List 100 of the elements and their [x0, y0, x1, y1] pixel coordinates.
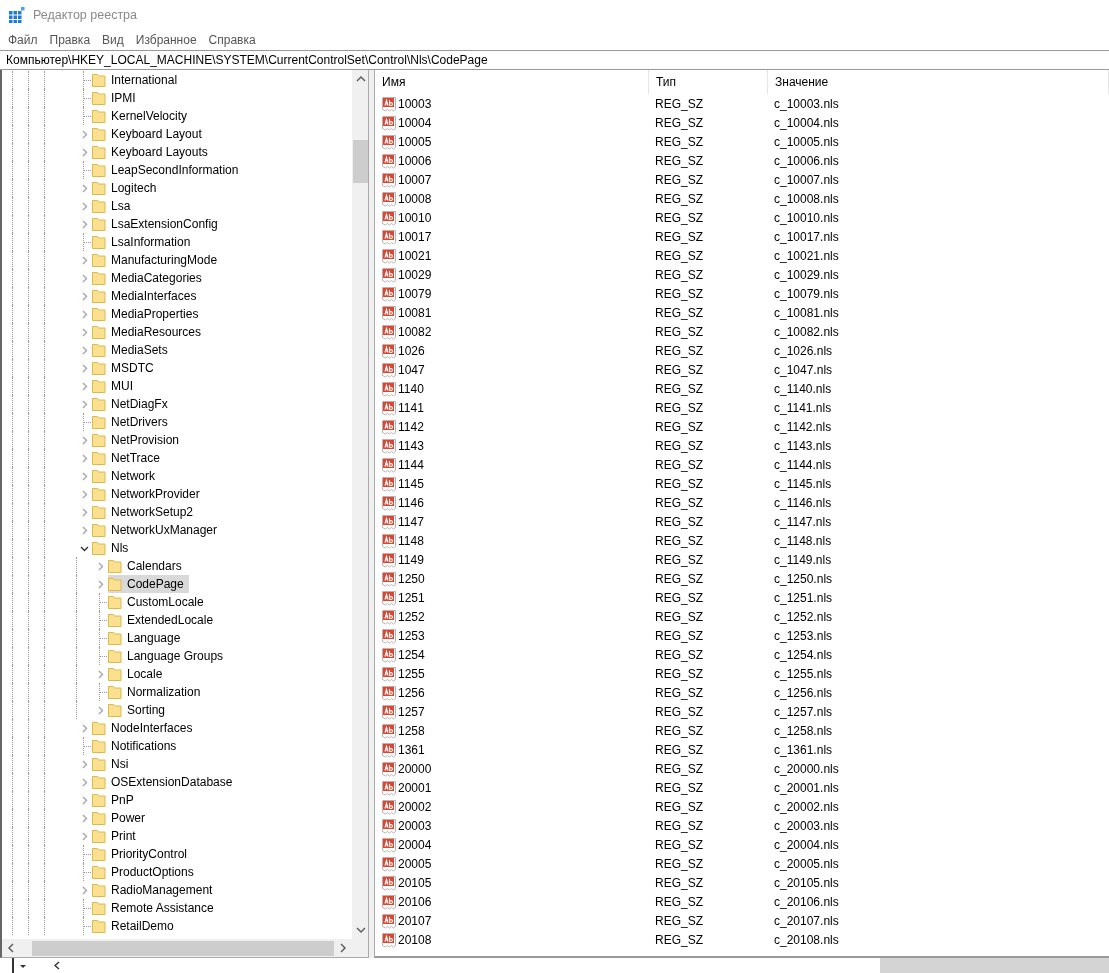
column-header[interactable]: Имя: [375, 70, 649, 94]
value-row[interactable]: 10079 REG_SZ c_10079.nls: [381, 284, 1109, 303]
value-row[interactable]: 20105 REG_SZ c_20105.nls: [381, 873, 1109, 892]
tree-item[interactable]: ExtendedLocale: [108, 611, 219, 629]
value-row[interactable]: 1149 REG_SZ c_1149.nls: [381, 550, 1109, 569]
tree-item[interactable]: NetTrace: [92, 449, 165, 467]
tree-item[interactable]: Print: [92, 827, 141, 845]
value-row[interactable]: 1047 REG_SZ c_1047.nls: [381, 360, 1109, 379]
tree-item[interactable]: ManufacturingMode: [92, 251, 223, 269]
tree-item[interactable]: NetworkUxManager: [92, 521, 223, 539]
tree-item[interactable]: Language Groups: [108, 647, 229, 665]
value-row[interactable]: 1253 REG_SZ c_1253.nls: [381, 626, 1109, 645]
tree-item[interactable]: KernelVelocity: [92, 107, 193, 125]
value-row[interactable]: 1148 REG_SZ c_1148.nls: [381, 531, 1109, 550]
value-row[interactable]: 10017 REG_SZ c_10017.nls: [381, 227, 1109, 246]
value-row[interactable]: 10004 REG_SZ c_10004.nls: [381, 113, 1109, 132]
value-row[interactable]: 1141 REG_SZ c_1141.nls: [381, 398, 1109, 417]
tree-item[interactable]: Nls: [92, 539, 134, 557]
tree-item[interactable]: PriorityControl: [92, 845, 193, 863]
tree-item[interactable]: International: [92, 71, 183, 89]
tree-item[interactable]: RadioManagement: [92, 881, 218, 899]
value-row[interactable]: 10081 REG_SZ c_10081.nls: [381, 303, 1109, 322]
tree-item[interactable]: Normalization: [108, 683, 206, 701]
tree-item[interactable]: NetDiagFx: [92, 395, 173, 413]
scrollbar-thumb[interactable]: [32, 940, 334, 956]
tree-item[interactable]: CodePage: [108, 575, 189, 593]
tree-item[interactable]: Notifications: [92, 737, 182, 755]
value-row[interactable]: 20005 REG_SZ c_20005.nls: [381, 854, 1109, 873]
tree-item[interactable]: MSDTC: [92, 359, 159, 377]
value-row[interactable]: 10003 REG_SZ c_10003.nls: [381, 94, 1109, 113]
tree-item[interactable]: Locale: [108, 665, 168, 683]
tree-item[interactable]: NodeInterfaces: [92, 719, 198, 737]
tree-item[interactable]: NetworkSetup2: [92, 503, 199, 521]
value-row[interactable]: 10082 REG_SZ c_10082.nls: [381, 322, 1109, 341]
address-field[interactable]: Компьютер\HKEY_LOCAL_MACHINE\SYSTEM\CurrentControlSet\Control\Nls\CodePage: [0, 50, 1109, 70]
value-row[interactable]: 20003 REG_SZ c_20003.nls: [381, 816, 1109, 835]
value-row[interactable]: 1146 REG_SZ c_1146.nls: [381, 493, 1109, 512]
value-row[interactable]: 1257 REG_SZ c_1257.nls: [381, 702, 1109, 721]
tree-item[interactable]: LsaInformation: [92, 233, 196, 251]
tree-item[interactable]: NetProvision: [92, 431, 185, 449]
tree-item[interactable]: MediaSets: [92, 341, 173, 359]
value-row[interactable]: 10006 REG_SZ c_10006.nls: [381, 151, 1109, 170]
tree-item[interactable]: Keyboard Layout: [92, 125, 207, 143]
value-row[interactable]: 10021 REG_SZ c_10021.nls: [381, 246, 1109, 265]
value-row[interactable]: 20001 REG_SZ c_20001.nls: [381, 778, 1109, 797]
value-row[interactable]: 1147 REG_SZ c_1147.nls: [381, 512, 1109, 531]
menu-item[interactable]: Справка: [202, 30, 262, 50]
tree-item[interactable]: Logitech: [92, 179, 162, 197]
tree-item[interactable]: CustomLocale: [108, 593, 209, 611]
tree-item[interactable]: MediaResources: [92, 323, 207, 341]
value-row[interactable]: 1026 REG_SZ c_1026.nls: [381, 341, 1109, 360]
menu-item[interactable]: Вид: [96, 30, 130, 50]
column-header[interactable]: Тип: [649, 70, 768, 94]
tree-item[interactable]: MediaProperties: [92, 305, 204, 323]
value-row[interactable]: 10007 REG_SZ c_10007.nls: [381, 170, 1109, 189]
tree-item[interactable]: Calendars: [108, 557, 187, 575]
value-row[interactable]: 10010 REG_SZ c_10010.nls: [381, 208, 1109, 227]
tree-item[interactable]: Power: [92, 809, 150, 827]
tree-item[interactable]: IPMI: [92, 89, 141, 107]
value-row[interactable]: 20107 REG_SZ c_20107.nls: [381, 911, 1109, 930]
value-row[interactable]: 1258 REG_SZ c_1258.nls: [381, 721, 1109, 740]
value-row[interactable]: 10029 REG_SZ c_10029.nls: [381, 265, 1109, 284]
tree-item[interactable]: RetailDemo: [92, 917, 179, 935]
tree-item[interactable]: PnP: [92, 791, 139, 809]
tree-item[interactable]: Keyboard Layouts: [92, 143, 213, 161]
value-row[interactable]: 1252 REG_SZ c_1252.nls: [381, 607, 1109, 626]
value-row[interactable]: 1256 REG_SZ c_1256.nls: [381, 683, 1109, 702]
tree-item[interactable]: Remote Assistance: [92, 899, 219, 917]
value-row[interactable]: 1142 REG_SZ c_1142.nls: [381, 417, 1109, 436]
tree-item[interactable]: MediaCategories: [92, 269, 207, 287]
value-row[interactable]: 1255 REG_SZ c_1255.nls: [381, 664, 1109, 683]
tree-item[interactable]: LeapSecondInformation: [92, 161, 244, 179]
tree-item[interactable]: MediaInterfaces: [92, 287, 202, 305]
value-row[interactable]: 20000 REG_SZ c_20000.nls: [381, 759, 1109, 778]
value-row[interactable]: 1143 REG_SZ c_1143.nls: [381, 436, 1109, 455]
value-row[interactable]: 20004 REG_SZ c_20004.nls: [381, 835, 1109, 854]
tree-item[interactable]: ProductOptions: [92, 863, 199, 881]
tree-item[interactable]: NetworkProvider: [92, 485, 205, 503]
value-row[interactable]: 10008 REG_SZ c_10008.nls: [381, 189, 1109, 208]
tree-item[interactable]: Sorting: [108, 701, 171, 719]
tree-item[interactable]: MUI: [92, 377, 138, 395]
tree-item[interactable]: OSExtensionDatabase: [92, 773, 238, 791]
menu-item[interactable]: Избранное: [129, 30, 203, 50]
tree-item[interactable]: NetDrivers: [92, 413, 173, 431]
value-row[interactable]: 20106 REG_SZ c_20106.nls: [381, 892, 1109, 911]
value-row[interactable]: 20002 REG_SZ c_20002.nls: [381, 797, 1109, 816]
column-header[interactable]: Значение: [768, 70, 1109, 94]
menu-item[interactable]: Правка: [43, 30, 97, 50]
tree-item[interactable]: LsaExtensionConfig: [92, 215, 223, 233]
horizontal-scrollbar[interactable]: [2, 939, 370, 957]
value-row[interactable]: 20108 REG_SZ c_20108.nls: [381, 930, 1109, 949]
value-row[interactable]: 10005 REG_SZ c_10005.nls: [381, 132, 1109, 151]
value-row[interactable]: 1251 REG_SZ c_1251.nls: [381, 588, 1109, 607]
value-row[interactable]: 1250 REG_SZ c_1250.nls: [381, 569, 1109, 588]
value-row[interactable]: 1361 REG_SZ c_1361.nls: [381, 740, 1109, 759]
tree-item[interactable]: Nsi: [92, 755, 134, 773]
menu-item[interactable]: Файл: [2, 30, 44, 50]
tree-item[interactable]: Lsa: [92, 197, 136, 215]
tree-item[interactable]: Language: [108, 629, 186, 647]
value-row[interactable]: 1140 REG_SZ c_1140.nls: [381, 379, 1109, 398]
